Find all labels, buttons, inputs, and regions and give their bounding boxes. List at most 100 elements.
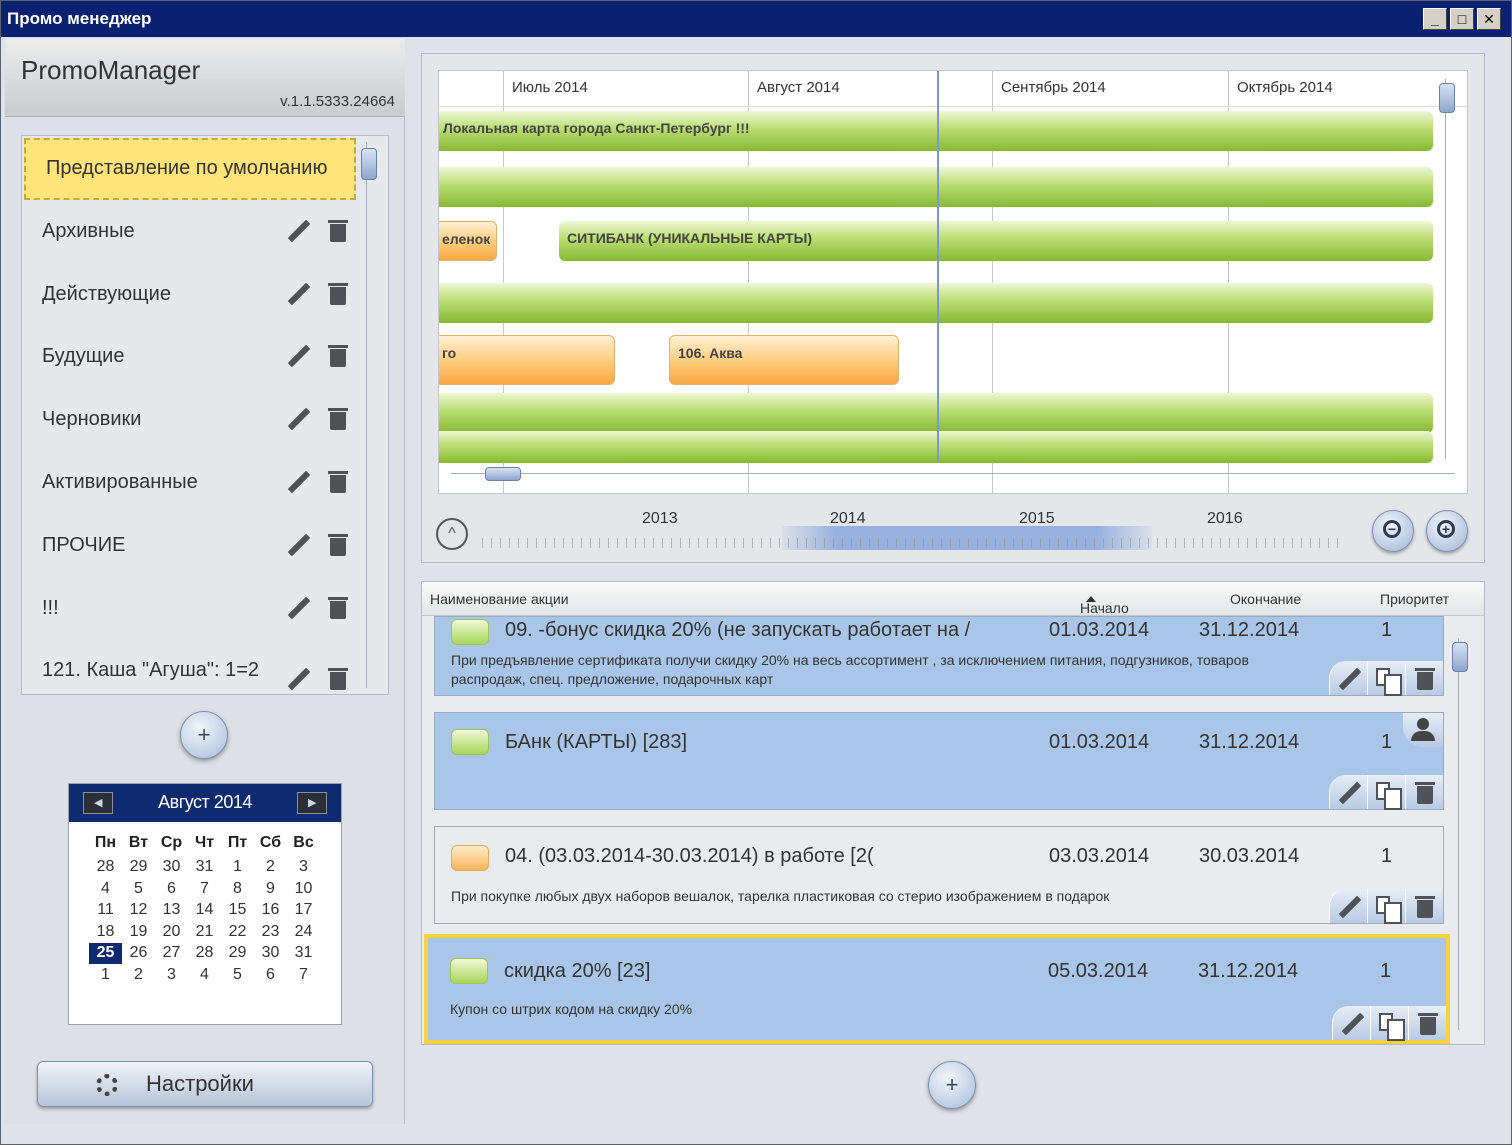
calendar-day[interactable]: 13: [155, 900, 188, 921]
timeline-bar[interactable]: [439, 393, 1433, 433]
calendar-day[interactable]: 29: [122, 857, 155, 878]
trash-icon[interactable]: [326, 343, 350, 367]
calendar-day[interactable]: 28: [89, 857, 122, 878]
calendar-day[interactable]: 5: [122, 879, 155, 900]
trash-icon[interactable]: [326, 469, 350, 493]
pencil-icon[interactable]: [286, 469, 310, 493]
calendar-day[interactable]: 26: [122, 943, 155, 964]
add-view-button[interactable]: +: [180, 711, 228, 759]
delete-button[interactable]: [1405, 775, 1443, 809]
view-item-exclamation[interactable]: !!!: [22, 577, 362, 639]
copy-button[interactable]: [1370, 1006, 1408, 1041]
calendar-day[interactable]: 31: [188, 857, 221, 878]
calendar-day[interactable]: 25: [89, 943, 122, 964]
view-item-agusha[interactable]: 121. Каша "Агуша": 1=2: [22, 640, 362, 694]
column-start[interactable]: Начало: [1080, 591, 1129, 616]
timeline-bar[interactable]: [439, 167, 1433, 207]
calendar-day[interactable]: 3: [287, 857, 320, 878]
calendar-day[interactable]: 16: [254, 900, 287, 921]
pencil-icon[interactable]: [286, 532, 310, 556]
zoom-out-button[interactable]: −: [1372, 510, 1414, 552]
minimize-button[interactable]: _: [1423, 8, 1447, 30]
promo-row[interactable]: 04. (03.03.2014-30.03.2014) в работе [2(…: [434, 826, 1444, 924]
pencil-icon[interactable]: [286, 595, 310, 619]
promo-row[interactable]: 09. -бонус скидка 20% (не запускать рабо…: [434, 616, 1444, 696]
view-item-drafts[interactable]: Черновики: [22, 388, 362, 450]
collapse-timeline-button[interactable]: ^: [436, 518, 468, 550]
view-item-active[interactable]: Действующие: [22, 263, 362, 325]
edit-button[interactable]: [1329, 889, 1367, 923]
trash-icon[interactable]: [326, 406, 350, 430]
calendar-day[interactable]: 8: [221, 879, 254, 900]
trash-icon[interactable]: [326, 281, 350, 305]
calendar-day[interactable]: 15: [221, 900, 254, 921]
calendar-day[interactable]: 12: [122, 900, 155, 921]
edit-button[interactable]: [1332, 1006, 1370, 1040]
calendar-prev-button[interactable]: ◀: [83, 792, 113, 814]
add-promotion-button[interactable]: +: [928, 1061, 976, 1109]
calendar-day[interactable]: 30: [254, 943, 287, 964]
calendar-day[interactable]: 28: [188, 943, 221, 964]
calendar-day[interactable]: 29: [221, 943, 254, 964]
calendar-day[interactable]: 27: [155, 943, 188, 964]
timeline-bar[interactable]: [439, 431, 1433, 463]
calendar-day[interactable]: 14: [188, 900, 221, 921]
timeline-view[interactable]: Июль 2014 Август 2014 Сентябрь 2014 Октя…: [438, 70, 1468, 494]
column-priority[interactable]: Приоритет: [1380, 591, 1449, 607]
delete-button[interactable]: [1405, 661, 1443, 695]
calendar-day[interactable]: 5: [221, 965, 254, 986]
timeline-bar[interactable]: 106. Аква: [669, 335, 899, 385]
timeline-horizontal-scrollbar[interactable]: [451, 467, 1455, 485]
delete-button[interactable]: [1405, 889, 1443, 923]
zoom-in-button[interactable]: +: [1426, 510, 1468, 552]
timeline-bar[interactable]: Локальная карта города Санкт-Петербург !…: [439, 111, 1433, 151]
calendar-day[interactable]: 1: [89, 965, 122, 986]
scrollbar-thumb[interactable]: [1439, 83, 1455, 113]
calendar-day[interactable]: 1: [221, 857, 254, 878]
settings-button[interactable]: Настройки: [37, 1061, 373, 1107]
pencil-icon[interactable]: [286, 218, 310, 242]
calendar-day[interactable]: 17: [287, 900, 320, 921]
timeline-bar[interactable]: [439, 283, 1433, 323]
calendar-day[interactable]: 19: [122, 922, 155, 943]
year-ruler[interactable]: 2013 2014 2015 2016: [482, 508, 1342, 552]
view-item-archived[interactable]: Архивные: [22, 200, 362, 262]
calendar-day[interactable]: 24: [287, 922, 320, 943]
calendar-day[interactable]: 6: [254, 965, 287, 986]
column-end[interactable]: Окончание: [1230, 591, 1301, 607]
calendar-day[interactable]: 4: [188, 965, 221, 986]
scrollbar-thumb[interactable]: [361, 148, 377, 180]
view-item-activated[interactable]: Активированные: [22, 451, 362, 513]
view-item-future[interactable]: Будущие: [22, 325, 362, 387]
calendar-day[interactable]: 30: [155, 857, 188, 878]
calendar-day[interactable]: 23: [254, 922, 287, 943]
copy-button[interactable]: [1367, 661, 1405, 696]
calendar-day[interactable]: 2: [122, 965, 155, 986]
timeline-bar[interactable]: еленок: [439, 221, 497, 261]
trash-icon[interactable]: [326, 666, 350, 690]
promo-row-selected[interactable]: скидка 20% [23] 05.03.2014 31.12.2014 1 …: [424, 934, 1450, 1044]
calendar-day[interactable]: 10: [287, 879, 320, 900]
calendar-day[interactable]: 21: [188, 922, 221, 943]
view-item-default[interactable]: Представление по умолчанию: [24, 138, 356, 200]
maximize-button[interactable]: □: [1450, 8, 1474, 30]
calendar-day[interactable]: 31: [287, 943, 320, 964]
calendar-next-button[interactable]: ▶: [297, 792, 327, 814]
close-button[interactable]: ✕: [1477, 8, 1501, 30]
trash-icon[interactable]: [326, 595, 350, 619]
trash-icon[interactable]: [326, 218, 350, 242]
edit-button[interactable]: [1329, 775, 1367, 809]
promotions-scrollbar[interactable]: [1452, 638, 1472, 1030]
calendar-day[interactable]: 3: [155, 965, 188, 986]
column-name[interactable]: Наименование акции: [430, 591, 569, 607]
timeline-bar[interactable]: го: [439, 335, 615, 385]
pencil-icon[interactable]: [286, 343, 310, 367]
view-item-other[interactable]: ПРОЧИЕ: [22, 514, 362, 576]
pencil-icon[interactable]: [286, 281, 310, 305]
timeline-vertical-scrollbar[interactable]: [1439, 79, 1461, 459]
calendar-day[interactable]: 9: [254, 879, 287, 900]
calendar-day[interactable]: 11: [89, 900, 122, 921]
scrollbar-thumb[interactable]: [1452, 642, 1468, 672]
edit-button[interactable]: [1329, 661, 1367, 695]
copy-button[interactable]: [1367, 889, 1405, 924]
